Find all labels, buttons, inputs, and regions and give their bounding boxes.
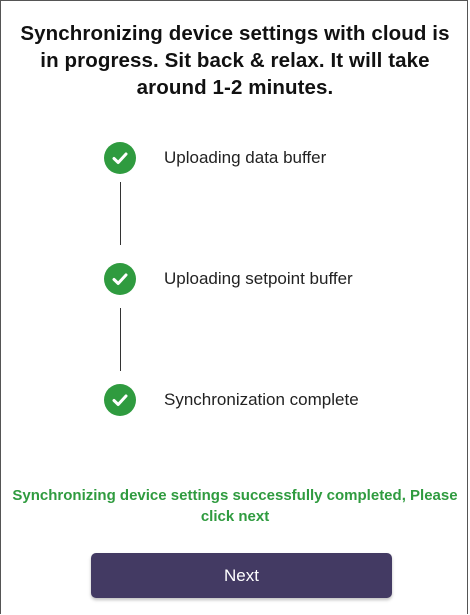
step-label: Synchronization complete	[164, 390, 359, 409]
check-circle-icon	[104, 263, 136, 295]
step-uploading-data-buffer: Uploading data buffer	[104, 142, 326, 174]
check-circle-icon	[104, 384, 136, 416]
success-message: Synchronizing device settings successful…	[12, 487, 458, 525]
step-connector	[120, 308, 121, 371]
step-synchronization-complete: Synchronization complete	[104, 384, 359, 416]
next-button[interactable]: Next	[91, 553, 392, 598]
sync-screen: Synchronizing device settings with cloud…	[0, 0, 468, 614]
check-circle-icon	[104, 142, 136, 174]
step-uploading-setpoint-buffer: Uploading setpoint buffer	[104, 263, 353, 295]
page-title: Synchronizing device settings with cloud…	[20, 22, 450, 99]
step-connector	[120, 182, 121, 245]
step-label: Uploading data buffer	[164, 148, 327, 167]
step-label: Uploading setpoint buffer	[164, 269, 353, 288]
